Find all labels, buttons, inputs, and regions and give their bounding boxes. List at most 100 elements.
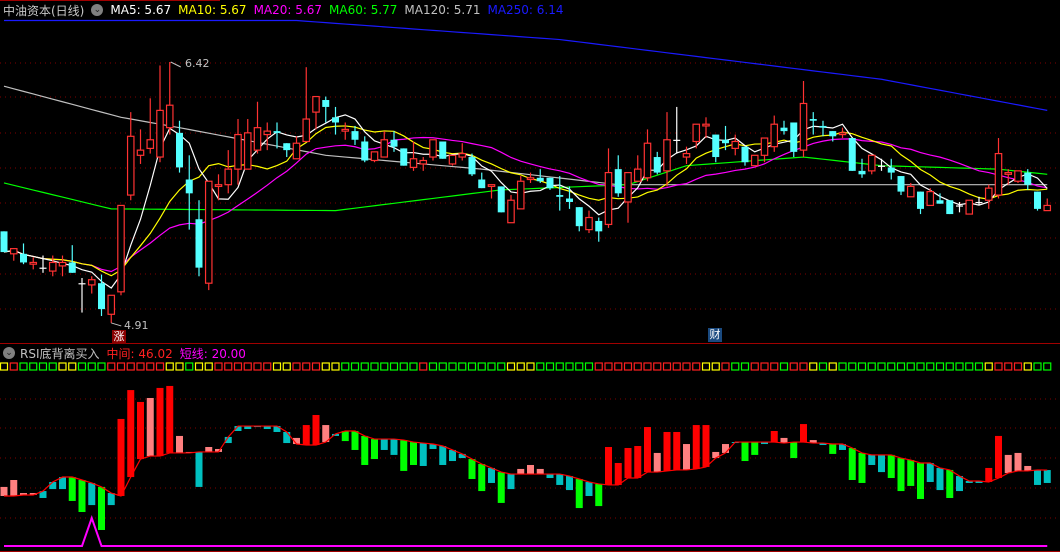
rsi-histogram-bar bbox=[936, 467, 944, 491]
rsi-histogram-bar bbox=[595, 483, 603, 507]
candle-down bbox=[809, 119, 817, 121]
rsi-histogram-bar bbox=[361, 435, 369, 465]
signal-square bbox=[1013, 362, 1023, 371]
signal-square bbox=[828, 362, 837, 371]
candle-up bbox=[458, 152, 467, 158]
candle-up bbox=[87, 279, 96, 286]
signal-square bbox=[224, 362, 233, 371]
rsi-histogram-bar bbox=[0, 486, 8, 497]
signal-square bbox=[331, 362, 340, 371]
signal-square bbox=[506, 362, 516, 371]
candle-down bbox=[829, 131, 837, 137]
short-line-label: 短线: 20.00 bbox=[179, 346, 246, 361]
cai-badge[interactable]: 财 bbox=[708, 328, 722, 342]
rsi-histogram-bar bbox=[722, 444, 729, 453]
candle-doji bbox=[975, 201, 983, 204]
signal-square bbox=[789, 362, 798, 371]
rsi-histogram-bar bbox=[488, 467, 495, 483]
signal-square bbox=[302, 362, 311, 371]
signal-square bbox=[906, 362, 915, 371]
signal-square bbox=[584, 362, 594, 371]
rsi-histogram-bar bbox=[653, 452, 661, 473]
chevron-down-icon[interactable]: ⌄ bbox=[3, 347, 15, 359]
signal-square bbox=[711, 362, 720, 371]
candle-up bbox=[204, 180, 213, 284]
candle-down bbox=[790, 122, 798, 152]
signal-square bbox=[29, 362, 38, 371]
candle-down bbox=[20, 253, 27, 263]
signal-square bbox=[838, 362, 847, 371]
rsi-histogram-bar bbox=[907, 460, 915, 486]
candle-down bbox=[595, 220, 603, 232]
signal-square bbox=[926, 362, 935, 371]
rsi-histogram-bar bbox=[741, 442, 749, 462]
rsi-histogram-bar bbox=[195, 451, 203, 487]
candle-down bbox=[848, 138, 856, 171]
signal-square bbox=[848, 362, 857, 371]
candle-up bbox=[965, 199, 974, 215]
candle-up bbox=[1004, 171, 1013, 175]
rsi-histogram-bar bbox=[751, 442, 759, 455]
rsi-histogram-bar bbox=[868, 454, 876, 465]
rsi-histogram-bar bbox=[166, 385, 174, 453]
candle-up bbox=[165, 104, 174, 129]
candle-up bbox=[604, 171, 613, 226]
candle-up bbox=[516, 180, 525, 210]
signal-square bbox=[974, 362, 984, 371]
candle-down bbox=[195, 219, 203, 268]
signal-square bbox=[682, 362, 691, 371]
low-arrow bbox=[111, 322, 122, 327]
candle-up bbox=[906, 185, 915, 198]
chart-canvas[interactable] bbox=[0, 0, 1060, 552]
rsi-histogram-bar bbox=[956, 476, 963, 492]
signal-square bbox=[116, 362, 126, 371]
signal-square bbox=[126, 362, 135, 371]
signal-square bbox=[175, 362, 184, 371]
rsi-histogram-bar bbox=[614, 463, 622, 485]
candle-down bbox=[546, 177, 554, 189]
candle-down bbox=[741, 146, 749, 163]
candle-up bbox=[429, 139, 437, 158]
signal-square bbox=[477, 362, 486, 371]
candle-down bbox=[653, 157, 661, 173]
signal-square bbox=[526, 362, 535, 371]
rsi-histogram-bar bbox=[605, 447, 612, 485]
candle-up bbox=[702, 123, 710, 127]
candle-down bbox=[575, 207, 583, 227]
candle-doji bbox=[39, 267, 47, 269]
candle-down bbox=[887, 167, 895, 173]
signal-square bbox=[97, 362, 106, 371]
rsi-histogram-bar bbox=[137, 401, 144, 460]
signal-square bbox=[214, 362, 223, 371]
rsi-histogram-bar bbox=[312, 414, 320, 446]
signal-square bbox=[887, 362, 896, 371]
signal-square bbox=[467, 362, 477, 371]
rsi-histogram-bar bbox=[858, 452, 866, 483]
candle-up bbox=[419, 159, 428, 165]
candle-up bbox=[692, 123, 701, 143]
candle-up bbox=[585, 216, 593, 231]
candle-up bbox=[263, 130, 272, 136]
signal-square bbox=[750, 362, 759, 371]
signal-square bbox=[818, 362, 828, 371]
candle-up bbox=[156, 109, 164, 158]
signal-square bbox=[389, 362, 399, 371]
candle-down bbox=[556, 195, 564, 197]
rsi-histogram-bar bbox=[926, 463, 934, 482]
signal-square bbox=[916, 362, 925, 371]
candle-up bbox=[253, 127, 262, 151]
candle-up bbox=[370, 151, 379, 162]
candle-up bbox=[867, 154, 876, 172]
signal-square bbox=[935, 362, 945, 371]
rsi-histogram-bar bbox=[887, 454, 895, 479]
candle-down bbox=[468, 157, 476, 175]
candle-up bbox=[1014, 170, 1022, 182]
zhang-badge[interactable]: 涨 bbox=[112, 330, 126, 344]
rsi-histogram-bar bbox=[400, 440, 408, 471]
candle-down bbox=[332, 117, 339, 123]
rsi-histogram-bar bbox=[1004, 454, 1012, 474]
candle-up bbox=[214, 184, 223, 188]
rsi-histogram-bar bbox=[205, 447, 213, 452]
rsi-histogram-bar bbox=[88, 482, 96, 506]
candle-up bbox=[984, 187, 993, 201]
